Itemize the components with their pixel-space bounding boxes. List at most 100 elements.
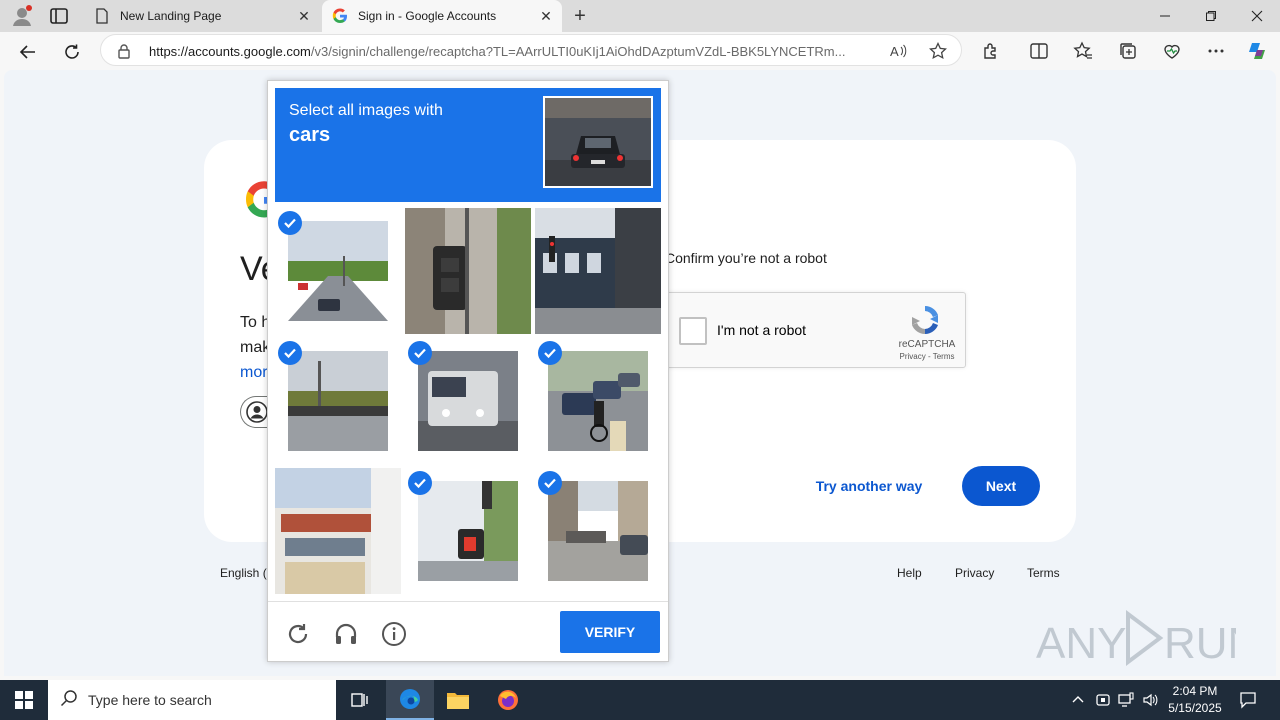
windows-logo-icon: [15, 691, 33, 709]
more-menu-icon[interactable]: [1205, 40, 1227, 62]
collections-icon[interactable]: [1117, 40, 1139, 62]
info-icon[interactable]: [379, 619, 409, 649]
anyrun-watermark-logo: ANY RUN: [1036, 606, 1259, 670]
refresh-button[interactable]: [58, 38, 86, 66]
lock-icon[interactable]: [117, 43, 131, 64]
language-selector[interactable]: English (: [220, 566, 267, 580]
audio-challenge-icon[interactable]: [331, 619, 361, 649]
recaptcha-logo-icon: [907, 303, 943, 337]
minimize-button[interactable]: [1142, 0, 1188, 32]
confirm-not-robot-text: Confirm you’re not a robot: [665, 250, 827, 266]
back-button[interactable]: [14, 38, 42, 66]
svg-text:ANY: ANY: [1036, 619, 1126, 668]
next-button[interactable]: Next: [962, 466, 1040, 506]
svg-text:A: A: [890, 44, 899, 59]
tab-actions-icon[interactable]: [48, 6, 70, 26]
image-tile[interactable]: [405, 208, 531, 334]
close-tab-icon[interactable]: ✕: [294, 6, 314, 26]
clock-time: 2:04 PM: [1172, 684, 1218, 698]
recaptcha-checkbox[interactable]: [679, 317, 707, 345]
image-tile[interactable]: [275, 468, 401, 594]
address-bar[interactable]: https://accounts.google.com/v3/signin/ch…: [100, 34, 962, 66]
selected-check-icon: [278, 341, 302, 365]
tile-image: [535, 208, 661, 334]
network-tray-icon[interactable]: [1116, 690, 1136, 710]
close-window-button[interactable]: [1234, 0, 1280, 32]
tile-image: [418, 351, 518, 451]
browser-toolbar: https://accounts.google.com/v3/signin/ch…: [0, 32, 1280, 70]
performance-icon[interactable]: [1161, 40, 1183, 62]
image-tile[interactable]: [535, 208, 661, 334]
restore-button[interactable]: [1188, 0, 1234, 32]
challenge-instruction: Select all images with: [289, 102, 443, 119]
extensions-icon[interactable]: [980, 40, 1002, 62]
image-tile[interactable]: [275, 208, 401, 334]
challenge-target: cars: [289, 124, 331, 146]
profile-icon[interactable]: [10, 4, 34, 28]
read-aloud-icon[interactable]: A: [889, 42, 907, 65]
google-icon: [332, 8, 348, 24]
challenge-header: Select all images with cars: [275, 88, 661, 202]
help-link[interactable]: Help: [897, 566, 922, 580]
image-grid: [275, 208, 661, 595]
terms-link[interactable]: Terms: [1027, 566, 1060, 580]
tile-image: [418, 481, 518, 581]
edge-taskbar-icon[interactable]: [386, 680, 434, 720]
favorite-star-icon[interactable]: [929, 41, 947, 65]
sample-car-image: [543, 96, 653, 188]
url-host: https://accounts.google.com: [149, 44, 311, 59]
url-path: /v3/signin/challenge/recaptcha?TL=AArrUL…: [310, 44, 846, 59]
tab-title: New Landing Page: [120, 9, 222, 23]
copilot-icon[interactable]: [1246, 40, 1268, 62]
url-text[interactable]: https://accounts.google.com/v3/signin/ch…: [149, 44, 889, 59]
close-tab-icon[interactable]: ✕: [536, 6, 556, 26]
recaptcha-challenge-dialog: Select all images with cars VERIFY: [267, 80, 669, 662]
search-icon: [60, 689, 78, 712]
task-view-icon[interactable]: [336, 680, 384, 720]
selected-check-icon: [408, 341, 432, 365]
taskbar-clock[interactable]: 2:04 PM 5/15/2025: [1160, 683, 1230, 717]
page-icon: [94, 8, 110, 24]
reload-challenge-icon[interactable]: [283, 619, 313, 649]
privacy-link[interactable]: Privacy: [955, 566, 994, 580]
tab-new-landing-page[interactable]: New Landing Page ✕: [84, 0, 320, 32]
security-tray-icon[interactable]: [1093, 690, 1113, 710]
account-avatar-icon: [246, 401, 268, 428]
image-tile[interactable]: [405, 468, 531, 594]
tile-image: [288, 351, 388, 451]
search-placeholder: Type here to search: [88, 692, 212, 708]
recaptcha-brand: reCAPTCHA: [898, 339, 956, 350]
tile-image: [275, 468, 401, 594]
split-screen-icon[interactable]: [1028, 40, 1050, 62]
clock-date: 5/15/2025: [1168, 701, 1222, 715]
firefox-icon[interactable]: [484, 680, 532, 720]
tile-image: [288, 221, 388, 321]
tile-image: [548, 351, 648, 451]
image-tile[interactable]: [535, 468, 661, 594]
image-tile[interactable]: [275, 338, 401, 464]
recaptcha-privacy-terms[interactable]: Privacy - Terms: [895, 352, 959, 361]
selected-check-icon: [278, 211, 302, 235]
favorites-icon[interactable]: [1072, 40, 1094, 62]
tab-sign-in-google[interactable]: Sign in - Google Accounts ✕: [322, 0, 562, 32]
volume-tray-icon[interactable]: [1140, 690, 1160, 710]
tray-overflow-chevron-icon[interactable]: [1068, 690, 1088, 710]
file-explorer-icon[interactable]: [434, 680, 482, 720]
tile-image: [405, 208, 531, 334]
recaptcha-label: I'm not a robot: [717, 322, 807, 338]
verify-button[interactable]: VERIFY: [560, 611, 660, 653]
image-tile[interactable]: [535, 338, 661, 464]
start-button[interactable]: [0, 680, 48, 720]
browser-tab-bar: New Landing Page ✕ Sign in - Google Acco…: [0, 0, 1280, 32]
try-another-way-button[interactable]: Try another way: [805, 466, 933, 506]
image-tile[interactable]: [405, 338, 531, 464]
notifications-icon[interactable]: [1238, 690, 1258, 710]
new-tab-button[interactable]: +: [568, 4, 592, 28]
tile-image: [548, 481, 648, 581]
challenge-footer-divider: [268, 601, 668, 602]
selected-check-icon: [538, 341, 562, 365]
svg-text:RUN: RUN: [1164, 619, 1236, 668]
taskbar-search-box[interactable]: Type here to search: [48, 680, 336, 720]
selected-check-icon: [538, 471, 562, 495]
windows-taskbar: Type here to search 2:04 PM 5/15/2025: [0, 680, 1280, 720]
